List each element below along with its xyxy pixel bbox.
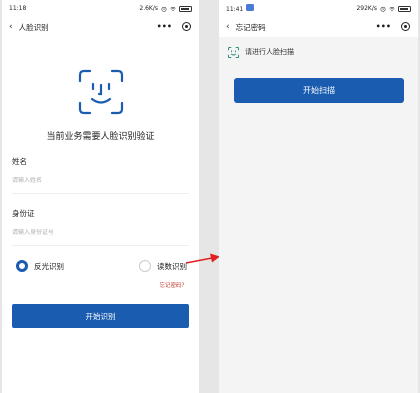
name-label: 姓名 [12,157,27,166]
close-miniprogram-icon[interactable] [182,22,191,31]
start-scan-button[interactable]: 开始扫描 [234,78,404,103]
battery-icon [398,5,411,12]
app-notification-icon [246,4,255,11]
recognition-mode-group: 反光识别 读数识别 [16,260,187,272]
back-arrow-icon[interactable]: ‹ [226,22,230,32]
red-arrow-icon [185,253,220,264]
face-recognition-icon [78,69,123,115]
id-card-label: 身份证 [12,209,35,218]
wifi-icon [389,6,395,11]
page-title: 忘记密码 [235,22,266,32]
status-time: 11:18 [9,5,27,12]
forgot-password-link[interactable]: 忘记密码？ [2,281,187,289]
more-menu-icon[interactable]: ••• [376,22,391,31]
screenshot-stage: 11:18 2.6K/s ‹ 人脸识别 ••• 当前业务需要人脸识别验证 姓名 … [0,0,420,393]
scan-hint-row: 请进行人脸扫描 [219,41,418,63]
nav-bar: ‹ 忘记密码 ••• [219,17,418,37]
name-input[interactable] [12,177,189,184]
network-speed: 292K/s [356,5,377,12]
status-bar: 11:41 292K/s [219,0,418,17]
radio-checked-icon [16,260,28,272]
page-title: 人脸识别 [18,22,49,32]
start-recognition-button[interactable]: 开始识别 [12,304,189,328]
left-phone-screen: 11:18 2.6K/s ‹ 人脸识别 ••• 当前业务需要人脸识别验证 姓名 … [2,0,199,393]
alarm-icon [380,6,386,12]
radio-reflective[interactable]: 反光识别 [16,260,64,272]
scan-hint-text: 请进行人脸扫描 [245,48,294,56]
close-miniprogram-icon[interactable] [401,22,410,31]
name-field: 姓名 [12,156,189,194]
radio-label: 读数识别 [157,261,187,271]
right-phone-screen: 11:41 292K/s ‹ 忘记密码 ••• 请进行人脸扫描 开始扫描 [219,0,418,393]
network-speed: 2.6K/s [139,5,158,12]
face-scan-icon [228,46,239,58]
nav-bar: ‹ 人脸识别 ••• [2,17,199,37]
battery-icon [179,5,192,12]
alarm-icon [161,6,167,12]
radio-reading[interactable]: 读数识别 [139,260,187,272]
face-verify-prompt: 当前业务需要人脸识别验证 [46,132,155,142]
status-bar: 11:18 2.6K/s [2,0,199,17]
more-menu-icon[interactable]: ••• [157,22,172,31]
radio-label: 反光识别 [34,261,64,271]
id-card-field: 身份证 [12,208,189,246]
status-time: 11:41 [226,6,244,13]
radio-unchecked-icon [139,260,151,272]
wifi-icon [170,6,176,11]
id-card-input[interactable] [12,229,189,236]
back-arrow-icon[interactable]: ‹ [9,22,13,32]
